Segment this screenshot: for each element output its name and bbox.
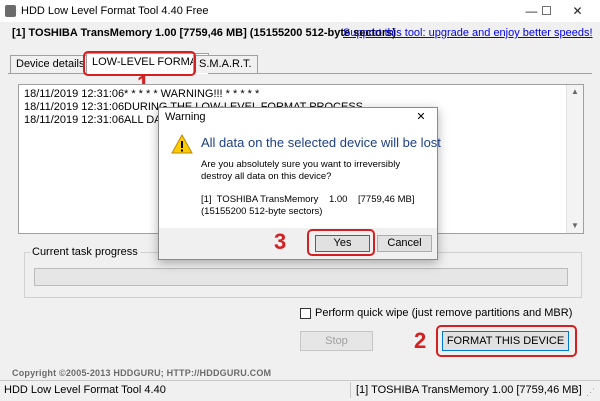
app-icon <box>5 5 16 17</box>
tab-device-details[interactable]: Device details <box>10 55 91 73</box>
tab-smart[interactable]: S.M.A.R.T. <box>193 55 258 73</box>
dialog-device-info: [1] TOSHIBA TransMemory 1.00 [7759,46 MB… <box>201 194 415 217</box>
upgrade-link[interactable]: Support this tool: upgrade and enjoy bet… <box>343 27 593 39</box>
scroll-up-icon[interactable]: ▲ <box>567 85 583 99</box>
status-divider <box>350 382 351 398</box>
resize-grip-icon[interactable]: ⋰ <box>586 386 598 398</box>
selected-device-info: [1] TOSHIBA TransMemory 1.00 [7759,46 MB… <box>12 27 396 39</box>
stop-button[interactable]: Stop <box>300 331 373 351</box>
quick-wipe-label[interactable]: Perform quick wipe (just remove partitio… <box>315 307 572 319</box>
cancel-button[interactable]: Cancel <box>377 235 432 252</box>
status-app-name: HDD Low Level Format Tool 4.40 <box>4 384 166 396</box>
step-2-marker: 2 <box>414 328 427 353</box>
highlight-yes-annotation <box>307 229 375 256</box>
log-row: 18/11/2019 12:31:06* * * * * WARNING!!! … <box>24 88 260 100</box>
close-button[interactable]: ✕ <box>555 0 600 22</box>
progress-bar <box>34 268 568 286</box>
window-title: HDD Low Level Format Tool 4.40 Free <box>21 5 209 17</box>
dialog-message: Are you absolutely sure you want to irre… <box>201 159 401 182</box>
highlight-format-annotation <box>436 325 577 357</box>
log-scrollbar[interactable]: ▲ ▼ <box>566 85 583 233</box>
progress-label: Current task progress <box>30 246 140 258</box>
dialog-title: Warning <box>165 111 206 123</box>
copyright-text: Copyright ©2005-2013 HDDGURU; HTTP://HDD… <box>12 368 272 378</box>
warning-dialog: Warning ✕ All data on the selected devic… <box>158 107 441 260</box>
warning-icon <box>171 134 193 154</box>
dialog-heading: All data on the selected device will be … <box>201 135 441 150</box>
log-row: 18/11/2019 12:31:06ALL DATA <box>24 114 174 126</box>
dialog-close-button[interactable]: ✕ <box>406 108 436 126</box>
quick-wipe-checkbox[interactable] <box>300 308 311 319</box>
scroll-down-icon[interactable]: ▼ <box>567 219 583 233</box>
status-device-info: [1] TOSHIBA TransMemory 1.00 [7759,46 MB… <box>356 384 582 396</box>
step-3-marker: 3 <box>274 229 287 254</box>
